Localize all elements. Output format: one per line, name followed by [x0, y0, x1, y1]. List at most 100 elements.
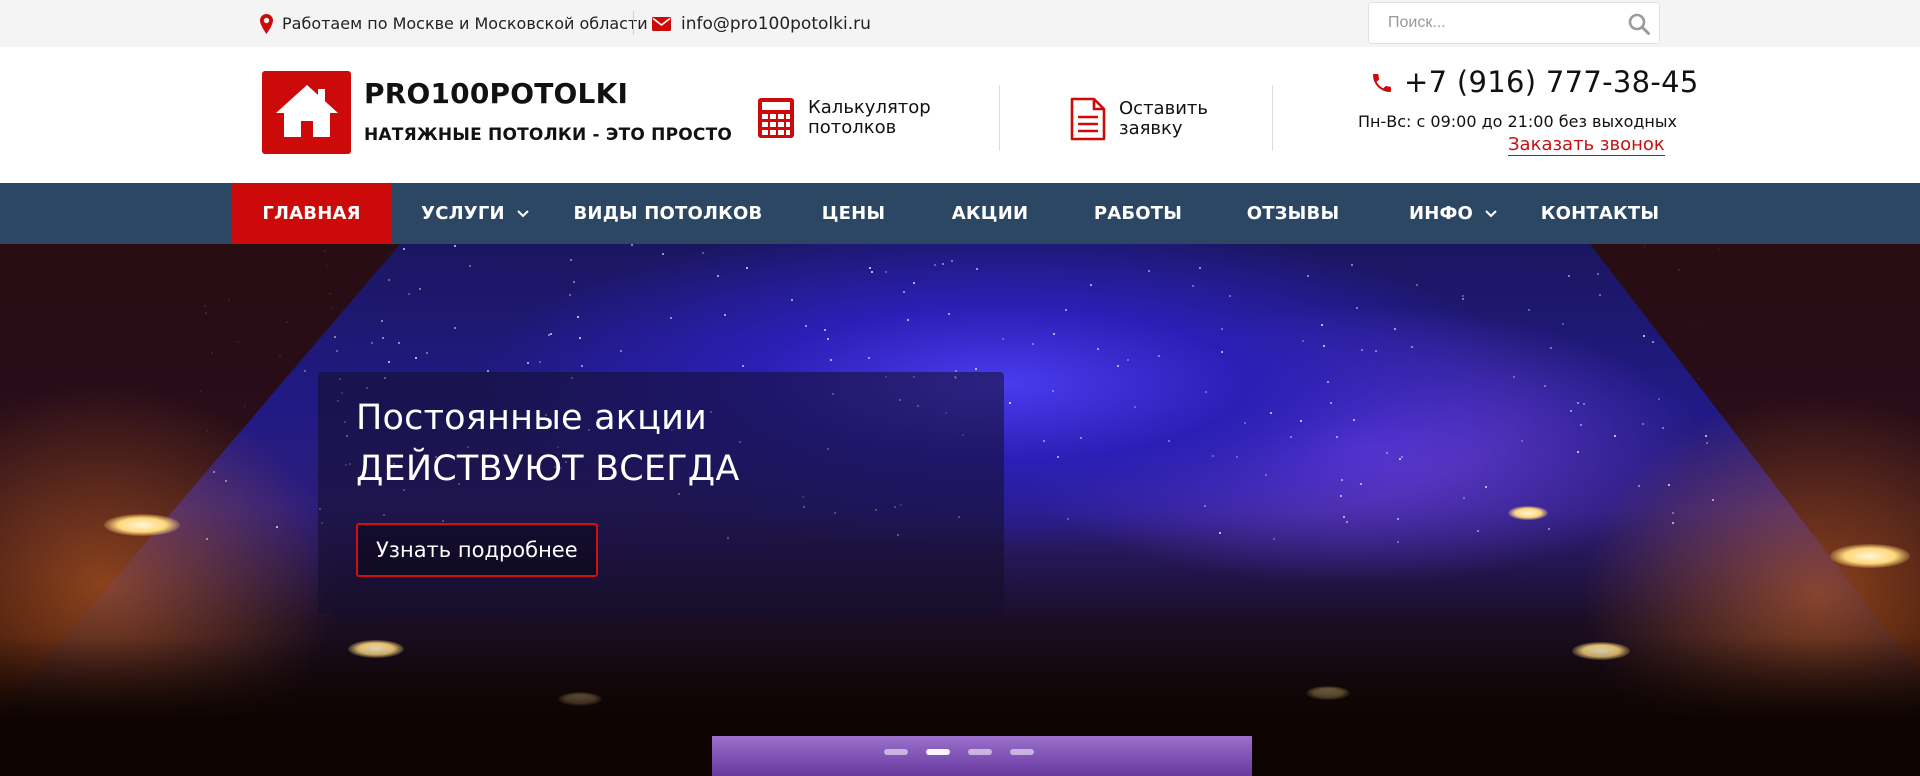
topbar-divider — [633, 11, 634, 35]
star — [870, 270, 873, 273]
star — [1396, 541, 1399, 544]
phone-number[interactable]: +7 (916) 777-38-45 — [1404, 65, 1699, 99]
star — [579, 337, 582, 340]
star — [568, 293, 571, 296]
star — [903, 290, 906, 293]
slider-dots — [884, 749, 1034, 755]
nav-item-contacts[interactable]: КОНТАКТЫ — [1536, 183, 1664, 244]
star — [1577, 402, 1580, 405]
star — [1345, 521, 1348, 524]
star — [1066, 518, 1069, 521]
star — [1360, 349, 1363, 352]
calculator-icon — [758, 98, 794, 138]
star — [1148, 269, 1151, 272]
star — [975, 267, 978, 270]
star — [577, 316, 580, 319]
slider-dot[interactable] — [1010, 749, 1034, 755]
star — [1265, 473, 1268, 476]
star — [1415, 284, 1418, 287]
star — [468, 265, 471, 268]
star — [934, 263, 937, 266]
nav-item-label: АКЦИИ — [951, 203, 1029, 224]
star — [884, 271, 887, 274]
star — [407, 293, 410, 296]
nav-item-works[interactable]: РАБОТЫ — [1080, 183, 1196, 244]
star — [1116, 364, 1119, 367]
request-button[interactable]: Оставить заявку — [1070, 97, 1208, 141]
star — [913, 281, 915, 284]
nav-item-reviews[interactable]: ОТЗЫВЫ — [1234, 183, 1352, 244]
star — [1520, 440, 1523, 443]
star — [1340, 478, 1343, 481]
logo[interactable] — [262, 71, 351, 154]
star — [906, 319, 909, 322]
nav-item-home[interactable]: ГЛАВНАЯ — [231, 183, 392, 244]
star — [1320, 324, 1323, 326]
callback-link[interactable]: Заказать звонок — [1508, 134, 1665, 156]
star — [1462, 496, 1465, 499]
email-text: info@pro100potolki.ru — [681, 13, 871, 34]
nav-item-label: ВИДЫ ПОТОЛКОВ — [573, 203, 763, 224]
star — [1484, 486, 1487, 489]
star — [1550, 347, 1553, 350]
calculator-label-line2: потолков — [808, 117, 897, 138]
star — [1289, 435, 1292, 438]
star — [669, 316, 672, 319]
calculator-label-line1: Калькулятор — [808, 97, 931, 118]
phone-icon — [1373, 74, 1391, 92]
nav-item-label: КОНТАКТЫ — [1540, 203, 1660, 224]
star — [1374, 349, 1377, 352]
star — [1221, 328, 1224, 331]
map-pin-icon — [260, 13, 273, 34]
star — [1396, 518, 1399, 521]
nav-item-prices[interactable]: ЦЕНЫ — [800, 183, 907, 244]
promo-banner: Постоянные акции ДЕЙСТВУЮТ ВСЕГДА Узнать… — [318, 372, 1004, 614]
email-link[interactable]: info@pro100potolki.ru — [652, 0, 871, 47]
location-info: Работаем по Москве и Московской области — [260, 0, 648, 47]
nav-item-ceiling-types[interactable]: ВИДЫ ПОТОЛКОВ — [570, 183, 766, 244]
nav-item-services[interactable]: УСЛУГИ — [410, 183, 540, 244]
ceiling-lamp — [104, 514, 180, 536]
star — [1031, 343, 1034, 346]
learn-more-button[interactable]: Узнать подробнее — [356, 523, 598, 577]
ceiling-lamp — [1508, 506, 1548, 520]
calculator-button[interactable]: Калькулятор потолков — [757, 97, 931, 139]
star — [869, 266, 872, 269]
star — [1056, 455, 1059, 458]
star — [716, 275, 719, 278]
star — [1329, 402, 1332, 405]
header-divider — [1272, 85, 1273, 151]
header-divider — [999, 85, 1000, 151]
house-icon — [276, 85, 338, 137]
star — [1219, 532, 1222, 535]
search-input[interactable] — [1369, 3, 1609, 43]
star — [1513, 376, 1516, 379]
slider-dot[interactable] — [884, 749, 908, 755]
nav-item-label: РАБОТЫ — [1093, 203, 1183, 224]
star — [974, 368, 977, 371]
slider-dot[interactable] — [968, 749, 992, 755]
star — [1065, 308, 1068, 311]
brand-name[interactable]: PRO100POTOLKI — [364, 77, 628, 110]
stage-light — [712, 736, 1252, 776]
star — [619, 349, 622, 352]
star — [1221, 351, 1224, 354]
star — [1301, 339, 1304, 342]
nav-item-promotions[interactable]: АКЦИИ — [940, 183, 1040, 244]
working-hours: Пн-Вс: с 09:00 до 21:00 без выходных — [1358, 112, 1677, 131]
request-label-line1: Оставить — [1119, 98, 1208, 119]
star — [1211, 455, 1214, 458]
nav-item-info[interactable]: ИНФО — [1398, 183, 1508, 244]
slider-dot[interactable] — [926, 749, 950, 755]
star — [1204, 391, 1207, 394]
search-icon[interactable] — [1627, 12, 1651, 36]
star — [1009, 402, 1012, 405]
nav-item-label: УСЛУГИ — [421, 203, 505, 224]
star — [1168, 440, 1171, 443]
star — [454, 244, 457, 247]
main-nav: ГЛАВНАЯ УСЛУГИ ВИДЫ ПОТОЛКОВ ЦЕНЫ АКЦИИ … — [0, 183, 1920, 244]
star — [1385, 451, 1388, 454]
star — [1355, 306, 1358, 309]
star — [539, 361, 542, 363]
star — [1342, 515, 1345, 518]
